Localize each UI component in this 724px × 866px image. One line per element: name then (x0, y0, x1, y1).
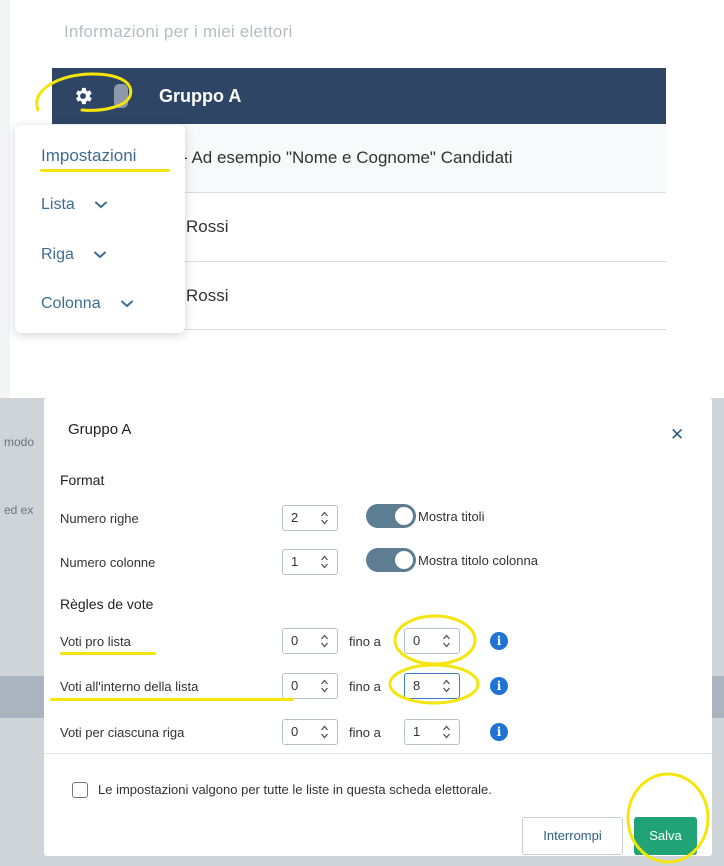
menu-item-riga[interactable]: Riga (41, 246, 107, 264)
up-to-label: fino a (349, 679, 381, 694)
left-gutter (0, 0, 10, 398)
stepper-arrows-icon[interactable] (320, 633, 329, 649)
row-text: Rossi (186, 217, 229, 236)
votes-per-row-from[interactable]: 0 (282, 719, 338, 745)
stepper-value: 1 (291, 554, 299, 569)
gear-icon[interactable] (72, 85, 94, 107)
stepper-arrows-icon[interactable] (442, 724, 451, 740)
menu-item-label: Colonna (41, 295, 101, 312)
annotation-underline (50, 698, 294, 701)
save-button[interactable]: Salva (634, 817, 697, 855)
info-icon[interactable]: i (490, 632, 508, 650)
close-icon[interactable]: ✕ (670, 425, 684, 445)
chevron-down-icon (121, 300, 134, 308)
votes-per-list-from[interactable]: 0 (282, 628, 338, 654)
footer-divider (44, 753, 712, 754)
stepper-value: 1 (413, 724, 421, 739)
show-column-title-toggle[interactable] (366, 548, 416, 572)
group-name: Gruppo A (159, 86, 242, 106)
apply-all-checkbox[interactable] (72, 782, 88, 798)
stepper-value: 0 (413, 633, 421, 648)
background-text: modo (4, 435, 35, 449)
cancel-button[interactable]: Interrompi (522, 817, 623, 855)
background-text: ed ex (4, 503, 34, 517)
chevron-down-icon (94, 251, 107, 259)
votes-per-row-to[interactable]: 1 (404, 719, 460, 745)
menu-item-label: Lista (41, 196, 75, 213)
stepper-arrows-icon[interactable] (320, 678, 329, 694)
votes-within-list-to[interactable]: 8 (404, 673, 460, 699)
list-editor-panel: Informazioni per i miei elettori Gruppo … (0, 0, 724, 398)
modal-backdrop: modo ed ex Gruppo A ✕ Format Numero righ… (0, 398, 724, 866)
group-visibility-toggle[interactable] (114, 84, 128, 108)
stepper-arrows-icon[interactable] (442, 633, 451, 649)
menu-item-colonna[interactable]: Colonna (41, 295, 134, 313)
rows-stepper[interactable]: 2 (282, 505, 338, 531)
settings-dropdown-menu: Impostazioni Lista Riga Colonna (15, 125, 185, 333)
show-column-title-label: Mostra titolo colonna (418, 553, 538, 568)
stepper-value: 0 (291, 678, 299, 693)
cols-stepper[interactable]: 1 (282, 549, 338, 575)
cols-label: Numero colonne (60, 555, 156, 570)
show-titles-toggle[interactable] (366, 504, 416, 528)
show-titles-label: Mostra titoli (418, 509, 485, 524)
annotation-underline (40, 169, 170, 172)
stepper-arrows-icon[interactable] (320, 554, 329, 570)
rows-label: Numero righe (60, 511, 139, 526)
stepper-value: 8 (413, 678, 421, 693)
votes-per-row-label: Voti per ciascuna riga (60, 725, 185, 740)
votes-per-list-to[interactable]: 0 (404, 628, 460, 654)
info-icon[interactable]: i (490, 677, 508, 695)
group-header: Gruppo A (52, 68, 666, 124)
stepper-value: 2 (291, 510, 299, 525)
chevron-down-icon (95, 201, 108, 209)
stepper-value: 0 (291, 633, 299, 648)
row-text: Rossi (186, 286, 229, 305)
section-title: Informazioni per i miei elettori (64, 22, 293, 41)
menu-item-label: Impostazioni (41, 146, 137, 165)
stepper-arrows-icon[interactable] (320, 510, 329, 526)
menu-item-lista[interactable]: Lista (41, 196, 108, 214)
stepper-arrows-icon[interactable] (320, 724, 329, 740)
up-to-label: fino a (349, 725, 381, 740)
group-settings-modal: Gruppo A ✕ Format Numero righe 2 Mostra … (44, 398, 712, 864)
votes-within-list-label: Voti all'interno della lista (60, 679, 199, 694)
menu-item-impostazioni[interactable]: Impostazioni (41, 146, 136, 166)
votes-within-list-from[interactable]: 0 (282, 673, 338, 699)
up-to-label: fino a (349, 634, 381, 649)
row-text: - Ad esempio "Nome e Cognome" Candidati (182, 148, 513, 167)
annotation-underline (60, 652, 156, 655)
format-heading: Format (60, 472, 105, 488)
modal-title: Gruppo A (68, 421, 132, 438)
menu-item-label: Riga (41, 246, 74, 263)
stepper-arrows-icon[interactable] (442, 678, 451, 694)
stepper-value: 0 (291, 724, 299, 739)
apply-all-label: Le impostazioni valgono per tutte le lis… (98, 782, 492, 797)
rules-heading: Règles de vote (60, 596, 154, 612)
info-icon[interactable]: i (490, 723, 508, 741)
votes-per-list-label: Voti pro lista (60, 634, 131, 649)
